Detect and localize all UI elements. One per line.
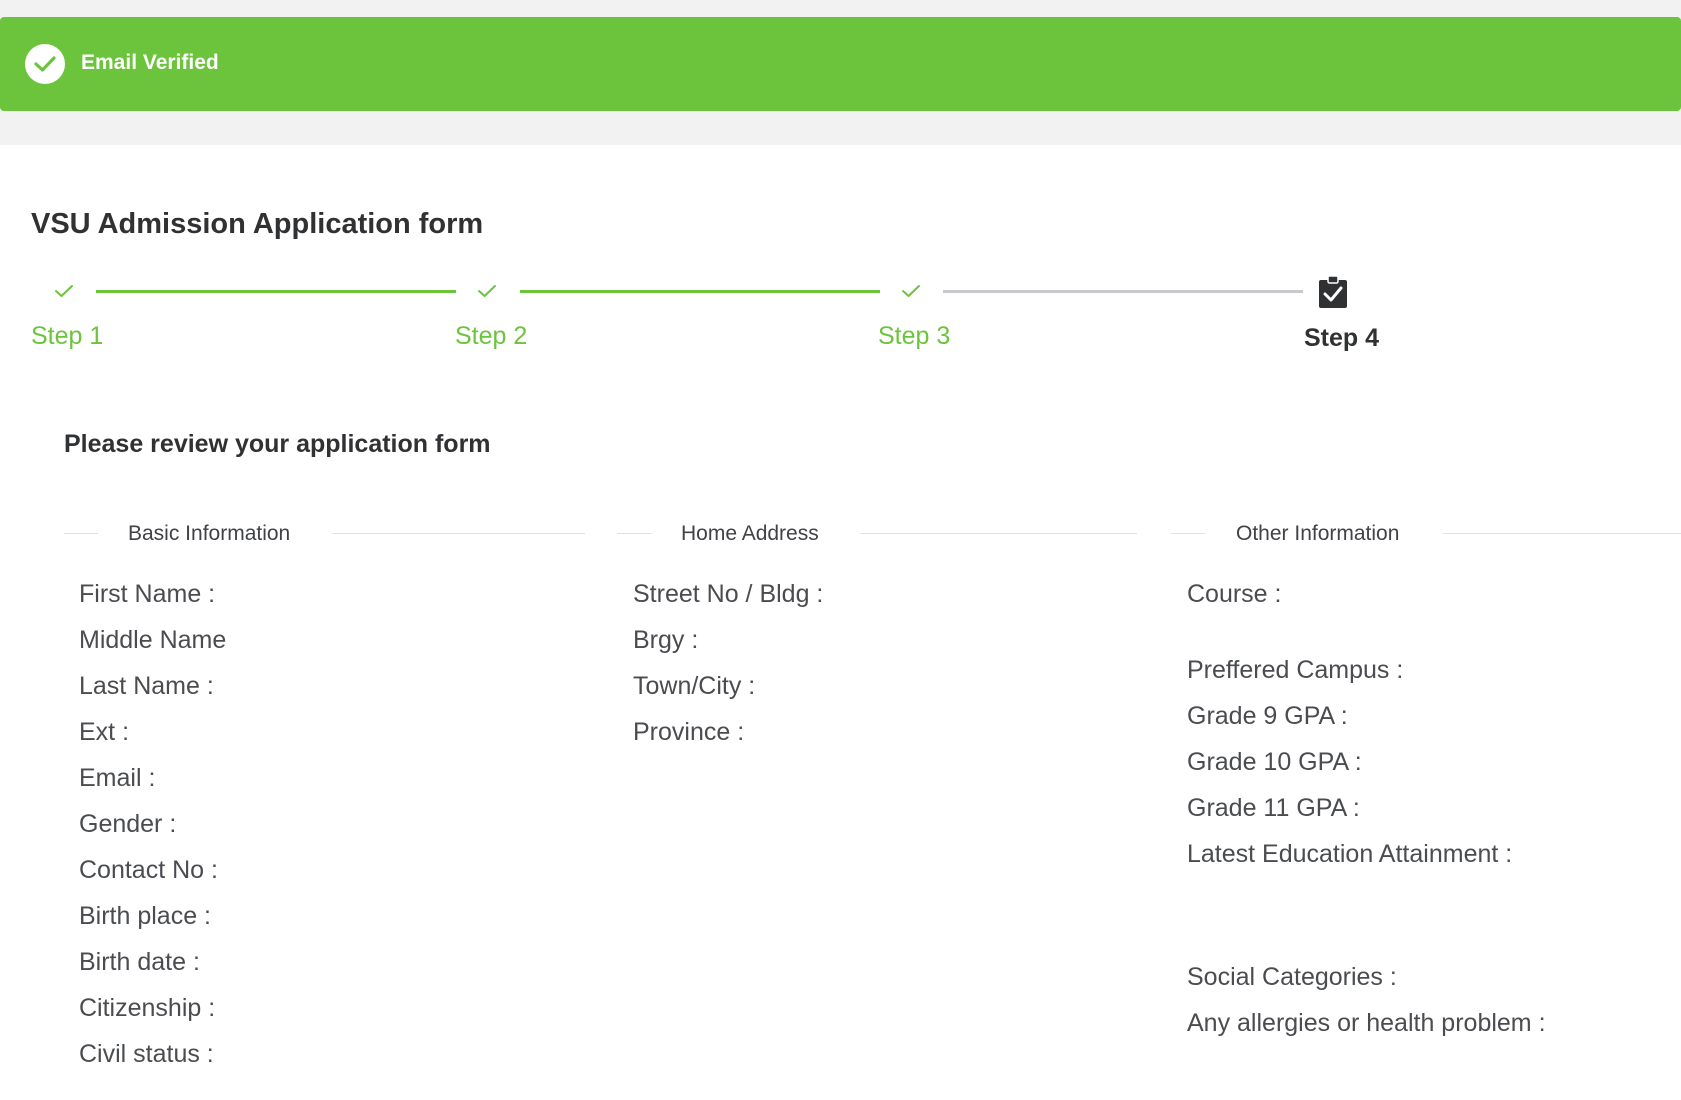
field-social-categories: Social Categories : (1187, 963, 1397, 991)
section-divider (64, 533, 98, 534)
field-civil-status: Civil status : (79, 1040, 214, 1068)
section-divider (1443, 533, 1681, 534)
step-3-check-icon (902, 285, 920, 297)
section-divider (333, 533, 585, 534)
section-divider (617, 533, 651, 534)
basic-information-title: Basic Information (128, 522, 291, 545)
home-address-title: Home Address (681, 522, 819, 545)
field-contact-no: Contact No : (79, 856, 218, 884)
field-email: Email : (79, 764, 156, 792)
check-circle-icon (25, 44, 65, 84)
field-allergies-health-problem: Any allergies or health problem : (1187, 1009, 1546, 1037)
field-province: Province : (633, 718, 745, 746)
step-1-check-icon (55, 285, 73, 297)
field-birth-date: Birth date : (79, 948, 200, 976)
section-divider (861, 533, 1137, 534)
field-first-name: First Name : (79, 580, 216, 608)
field-grade-10-gpa: Grade 10 GPA : (1187, 748, 1362, 776)
review-title: Please review your application form (64, 430, 491, 458)
step-3-connector (943, 290, 1303, 293)
field-last-name: Last Name : (79, 672, 214, 700)
field-birth-place: Birth place : (79, 902, 212, 930)
section-divider (1171, 533, 1205, 534)
field-preferred-campus: Preffered Campus : (1187, 656, 1404, 684)
step-2-label[interactable]: Step 2 (455, 322, 527, 351)
field-street-no-bldg: Street No / Bldg : (633, 580, 824, 608)
field-citizenship: Citizenship : (79, 994, 216, 1022)
field-latest-education-attainment: Latest Education Attainment : (1187, 840, 1513, 868)
clipboard-check-icon (1319, 275, 1347, 308)
banner-text: Email Verified (81, 51, 219, 74)
field-ext: Ext : (79, 718, 130, 746)
field-gender: Gender : (79, 810, 177, 838)
email-verified-banner: Email Verified (0, 17, 1681, 111)
step-1-connector (96, 290, 456, 293)
application-card: VSU Admission Application form Step 1 St… (0, 145, 1681, 1100)
form-title: VSU Admission Application form (31, 208, 484, 240)
field-middle-name: Middle Name (79, 626, 227, 654)
field-grade-11-gpa: Grade 11 GPA : (1187, 794, 1360, 822)
step-2-connector (520, 290, 880, 293)
field-town-city: Town/City : (633, 672, 756, 700)
field-course: Course : (1187, 580, 1282, 608)
step-1-label[interactable]: Step 1 (31, 322, 103, 351)
step-3-label[interactable]: Step 3 (878, 322, 950, 351)
step-2-check-icon (478, 285, 496, 297)
step-4-label[interactable]: Step 4 (1304, 324, 1379, 353)
page: Email Verified VSU Admission Application… (0, 0, 1681, 1100)
field-grade-9-gpa: Grade 9 GPA : (1187, 702, 1348, 730)
other-information-title: Other Information (1236, 522, 1400, 545)
field-brgy: Brgy : (633, 626, 699, 654)
